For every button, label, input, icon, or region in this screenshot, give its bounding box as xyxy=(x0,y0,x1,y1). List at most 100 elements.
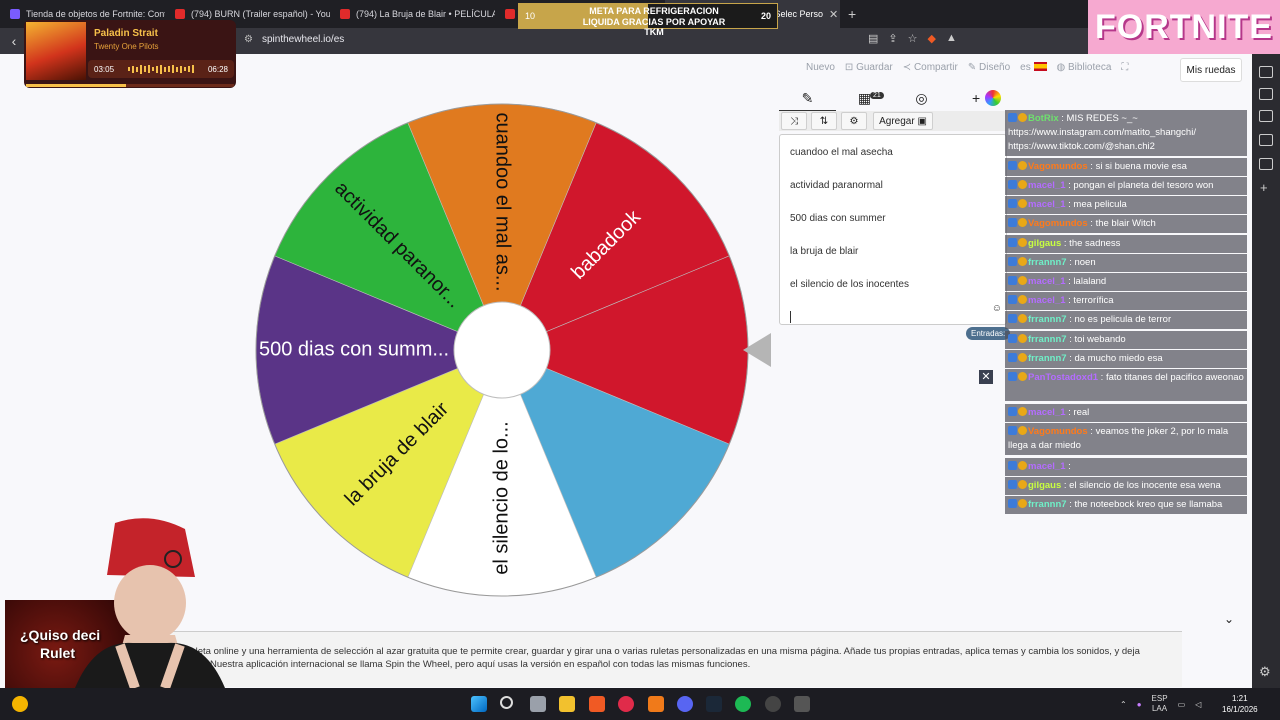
chat-text: : no es pelicula de terror xyxy=(1069,314,1172,325)
wheel-slice-label: el silencio de lo... xyxy=(490,421,512,574)
chat-username[interactable]: macel_1 xyxy=(1028,199,1068,210)
wheel-editor-panel: ✎ ▦ 21 ◎ + ⤨ ⇅ ⚙ Agregar ▣ cuandoo el ma… xyxy=(779,84,1007,326)
chat-username[interactable]: BotRix xyxy=(1028,113,1061,124)
sidebar-reading-icon[interactable] xyxy=(1259,158,1273,170)
chat-username[interactable]: macel_1 xyxy=(1028,461,1068,472)
save-button[interactable]: ⊡ Guardar xyxy=(845,62,893,73)
chat-text: : si si buena movie esa xyxy=(1090,161,1187,172)
wheel-center-button[interactable] xyxy=(453,301,551,399)
add-image-button[interactable]: Agregar ▣ xyxy=(873,112,933,130)
windows-start-icon[interactable] xyxy=(471,696,487,712)
file-explorer-icon[interactable] xyxy=(559,696,575,712)
new-wheel-button[interactable]: Nuevo xyxy=(806,62,835,73)
sidebar-save-icon[interactable] xyxy=(1259,134,1273,146)
sort-button[interactable]: ⇅ xyxy=(811,112,837,130)
app-icon[interactable] xyxy=(794,696,810,712)
chat-username[interactable]: gilgaus xyxy=(1028,480,1064,491)
chat-username[interactable]: macel_1 xyxy=(1028,295,1068,306)
task-view-icon[interactable] xyxy=(530,696,546,712)
chat-username[interactable]: macel_1 xyxy=(1028,407,1068,418)
bookmark-icon[interactable]: ☆ xyxy=(908,32,918,45)
sidebar-panel-icon[interactable] xyxy=(1259,66,1273,78)
media-player-icon[interactable] xyxy=(618,696,634,712)
settings-button[interactable]: ⚙ xyxy=(841,112,867,130)
chat-badge-icon xyxy=(1008,238,1017,247)
sidebar-tv-icon[interactable] xyxy=(1259,88,1273,100)
app-icon[interactable] xyxy=(648,696,664,712)
system-tray: ⌃ ● ESP LAA ▭ ◁ xyxy=(1120,688,1201,720)
share-button[interactable]: ≺ Compartir xyxy=(903,62,958,73)
chat-username[interactable]: frrannn7 xyxy=(1028,499,1069,510)
globe-icon: ◍ xyxy=(1056,62,1066,73)
discord-icon[interactable] xyxy=(677,696,693,712)
waveform-icon xyxy=(128,64,194,74)
tab-label: Tienda de objetos de Fortnite: Conte xyxy=(26,9,165,19)
chat-username[interactable]: gilgaus xyxy=(1028,238,1064,249)
chat-username[interactable]: Vagomundos xyxy=(1028,426,1090,437)
close-icon[interactable]: ✕ xyxy=(979,370,993,384)
close-tab-icon[interactable]: ✕ xyxy=(829,8,838,21)
chat-text: : real xyxy=(1068,407,1090,418)
library-button[interactable]: ◍ Biblioteca xyxy=(1057,62,1112,73)
design-button[interactable]: ✎ Diseño xyxy=(968,62,1010,73)
chat-username[interactable]: macel_1 xyxy=(1028,276,1068,287)
clock[interactable]: 1:21 16/1/2026 xyxy=(1222,693,1258,715)
site-settings-icon[interactable]: ⚙ xyxy=(244,34,253,45)
chat-username[interactable]: Vagomundos xyxy=(1028,161,1090,172)
youtube-icon xyxy=(505,9,515,19)
chevron-up-icon[interactable]: ⌃ xyxy=(1120,700,1127,709)
emoji-icon[interactable]: ☺ xyxy=(992,303,1002,314)
brave-rewards-icon[interactable]: ▲ xyxy=(946,32,957,45)
shuffle-button[interactable]: ⤨ xyxy=(781,112,807,130)
volume-icon[interactable]: ◁ xyxy=(1195,700,1201,709)
sidebar-add-icon[interactable]: + xyxy=(1260,180,1268,195)
new-tab-button[interactable]: + xyxy=(840,6,864,22)
obs-icon[interactable] xyxy=(765,696,781,712)
chat-username[interactable]: frrannn7 xyxy=(1028,257,1069,268)
brave-browser-icon[interactable] xyxy=(589,696,605,712)
language-selector[interactable]: es xyxy=(1020,62,1047,73)
search-icon[interactable] xyxy=(500,696,513,709)
stream-chat-overlay: BotRix : MIS REDES ~_~ https://www.insta… xyxy=(1005,92,1247,514)
chat-username[interactable]: macel_1 xyxy=(1028,180,1068,191)
chat-text: : el silencio de los inocente esa wena xyxy=(1063,480,1221,491)
spin-wheel[interactable]: babadookel silencio de lo...la bruja de … xyxy=(255,103,749,597)
color-palette-icon[interactable] xyxy=(985,90,1001,106)
sidebar-list-icon[interactable] xyxy=(1259,110,1273,122)
address-bar-icons: ▤ ⇪ ☆ ◆ ▲ xyxy=(868,32,957,45)
browser-tab[interactable]: (794) La Bruja de Blair • PELÍCULA DE xyxy=(330,0,495,28)
chat-username[interactable]: frrannn7 xyxy=(1028,353,1069,364)
chat-badge-icon xyxy=(1008,180,1017,189)
microphone-icon[interactable]: ● xyxy=(1137,700,1142,709)
spotify-icon[interactable] xyxy=(735,696,751,712)
url-field[interactable]: spinthewheel.io/es xyxy=(262,34,344,45)
chevron-down-icon[interactable]: ⌄ xyxy=(1224,612,1234,626)
network-icon[interactable]: ▭ xyxy=(1178,700,1186,709)
steam-icon[interactable] xyxy=(706,696,722,712)
wheel-page-menu: Nuevo ⊡ Guardar ≺ Compartir ✎ Diseño es … xyxy=(806,62,1128,73)
reader-icon[interactable]: ▤ xyxy=(868,32,878,45)
text-caret xyxy=(790,311,791,323)
tab-label: (794) BURN (Trailer español) - YouTu xyxy=(191,9,330,19)
fullscreen-icon[interactable]: ⛶ xyxy=(1121,62,1128,73)
tab-results[interactable]: ▦ 21 xyxy=(836,90,893,107)
sidebar-settings-icon[interactable]: ⚙ xyxy=(1259,664,1271,680)
chat-username[interactable]: frrannn7 xyxy=(1028,334,1069,345)
song-progress-bar xyxy=(26,84,234,87)
weather-icon[interactable] xyxy=(12,696,28,712)
chat-username[interactable]: PanTostadoxd1 xyxy=(1028,372,1101,383)
brave-shield-icon[interactable]: ◆ xyxy=(928,32,936,45)
share-icon[interactable]: ⇪ xyxy=(888,32,897,45)
chat-badge-icon xyxy=(1008,314,1017,323)
chat-badge-icon xyxy=(1018,257,1027,266)
my-wheels-button[interactable]: Mis ruedas xyxy=(1180,58,1242,82)
tab-hide[interactable]: ◎ xyxy=(893,90,950,107)
image-icon: ▣ xyxy=(917,115,927,127)
chat-username[interactable]: Vagomundos xyxy=(1028,218,1090,229)
album-art xyxy=(26,22,86,80)
entries-count-pill: Entradas: xyxy=(966,327,1011,340)
tab-edit[interactable]: ✎ xyxy=(779,84,836,112)
entries-textarea[interactable]: cuandoo el mal asecha actividad paranorm… xyxy=(779,134,1007,325)
language-indicator[interactable]: ESP LAA xyxy=(1152,694,1168,714)
chat-username[interactable]: frrannn7 xyxy=(1028,314,1069,325)
